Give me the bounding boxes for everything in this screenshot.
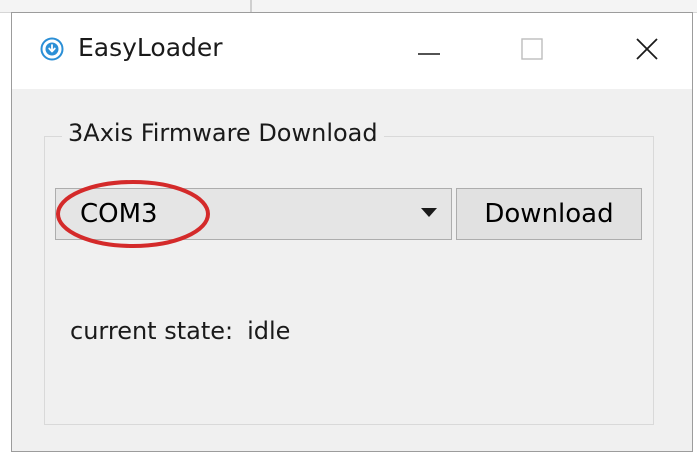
download-button[interactable]: Download <box>456 188 642 240</box>
close-button[interactable] <box>602 13 692 89</box>
maximize-button[interactable] <box>487 13 577 89</box>
minimize-button[interactable] <box>384 13 474 89</box>
minimize-icon <box>417 37 441 65</box>
status-value: idle <box>247 317 291 345</box>
title-bar: EasyLoader <box>12 13 692 89</box>
com-port-selected-value: COM3 <box>80 199 158 229</box>
firmware-download-group <box>44 136 654 425</box>
download-circle-icon <box>40 37 64 61</box>
maximize-icon <box>520 37 544 65</box>
dropdown-arrow-icon[interactable] <box>421 208 437 217</box>
status-label: current state: <box>70 317 234 345</box>
background-divider <box>250 0 252 12</box>
com-port-select[interactable]: COM3 <box>55 188 452 240</box>
status-row: current state: idle <box>70 315 290 347</box>
easyloader-window: EasyLoader 3Axis Firmware Download COM3 … <box>11 12 693 452</box>
group-title: 3Axis Firmware Download <box>62 118 384 148</box>
window-title: EasyLoader <box>78 33 223 62</box>
close-icon <box>635 37 659 65</box>
